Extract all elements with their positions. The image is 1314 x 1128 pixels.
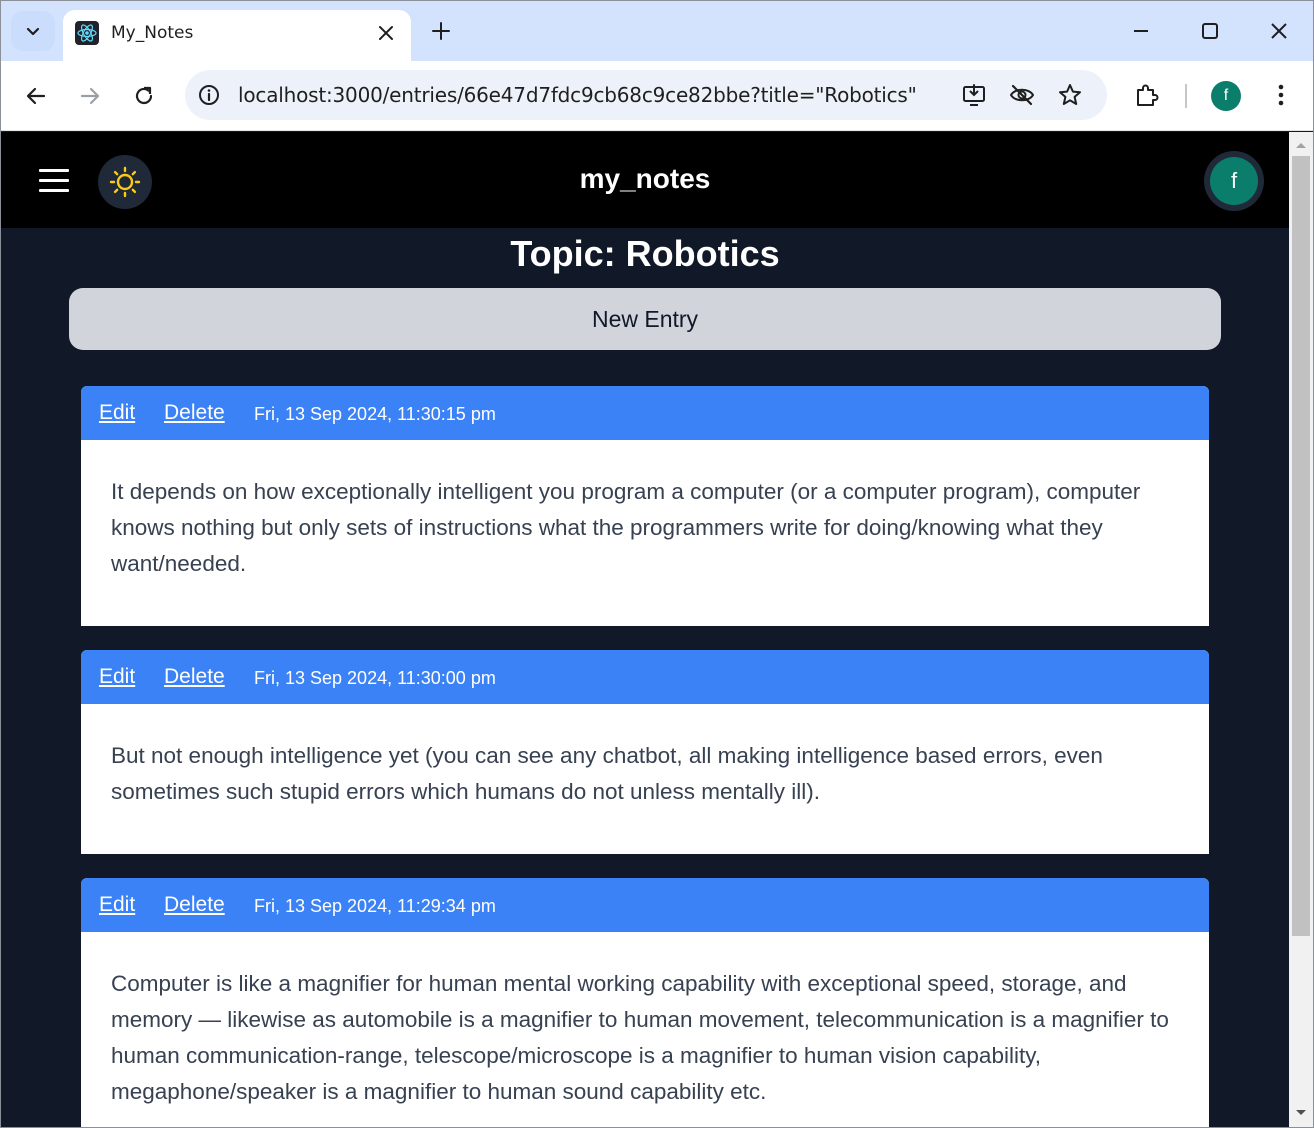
edit-link[interactable]: Edit [99,893,135,917]
browser-window: My_Notes localhost:3000/entries/66e47d7f… [0,0,1314,1128]
minimize-icon[interactable] [1129,19,1153,43]
new-entry-button[interactable]: New Entry [69,288,1221,350]
tab-title: My_Notes [111,23,194,43]
entry-card: Edit Delete Fri, 13 Sep 2024, 11:29:34 p… [81,878,1209,1127]
toolbar-divider [1185,84,1187,108]
entry-timestamp: Fri, 13 Sep 2024, 11:30:15 pm [254,404,496,424]
entry-card: Edit Delete Fri, 13 Sep 2024, 11:30:15 p… [81,386,1209,626]
site-info-icon[interactable] [197,83,221,107]
edit-link[interactable]: Edit [99,401,135,425]
close-icon[interactable] [375,22,397,44]
page-title: Topic: Robotics [510,233,780,274]
scrollbar-thumb[interactable] [1292,156,1310,936]
new-tab-icon[interactable] [429,19,453,43]
chevron-down-icon [26,27,40,36]
tab-search-button[interactable] [11,11,55,51]
page-scrollbar[interactable] [1289,132,1313,1127]
reload-icon[interactable] [130,82,158,110]
url-text[interactable]: localhost:3000/entries/66e47d7fdc9cb68c9… [238,83,917,107]
extensions-icon[interactable] [1133,81,1161,109]
active-tab[interactable]: My_Notes [63,10,411,61]
user-menu-button[interactable]: f [1204,151,1264,211]
maximize-icon[interactable] [1198,19,1222,43]
edit-link[interactable]: Edit [99,665,135,689]
entry-card: Edit Delete Fri, 13 Sep 2024, 11:30:00 p… [81,650,1209,854]
more-vert-icon[interactable] [1267,81,1295,109]
scroll-down-icon[interactable] [1294,1108,1308,1118]
entry-text: It depends on how exceptionally intellig… [111,479,1141,576]
entry-timestamp: Fri, 13 Sep 2024, 11:29:34 pm [254,896,496,916]
delete-link[interactable]: Delete [164,893,225,917]
entry-header: Edit Delete Fri, 13 Sep 2024, 11:30:00 p… [81,650,1209,704]
back-icon[interactable] [22,82,50,110]
react-favicon-icon [75,21,99,45]
forward-icon[interactable] [76,82,104,110]
address-bar[interactable]: localhost:3000/entries/66e47d7fdc9cb68c9… [185,70,1107,120]
delete-link[interactable]: Delete [164,401,225,425]
eye-off-icon[interactable] [1009,82,1035,108]
install-app-icon[interactable] [961,82,987,108]
browser-profile-avatar[interactable]: f [1211,81,1241,111]
entry-timestamp: Fri, 13 Sep 2024, 11:30:00 pm [254,668,496,688]
entry-text: Computer is like a magnifier for human m… [111,971,1169,1104]
star-icon[interactable] [1057,82,1083,108]
delete-link[interactable]: Delete [164,665,225,689]
browser-toolbar: localhost:3000/entries/66e47d7fdc9cb68c9… [1,61,1313,131]
app-navbar: my_notes f [1,132,1289,228]
page-viewport: my_notes f Topic: Robotics New Entry Edi… [1,132,1289,1127]
scroll-up-icon[interactable] [1294,140,1308,150]
entry-header: Edit Delete Fri, 13 Sep 2024, 11:29:34 p… [81,878,1209,932]
window-close-icon[interactable] [1267,19,1291,43]
entry-header: Edit Delete Fri, 13 Sep 2024, 11:30:15 p… [81,386,1209,440]
app-brand[interactable]: my_notes [1,163,1289,195]
avatar: f [1210,157,1258,205]
entry-text: But not enough intelligence yet (you can… [111,743,1103,804]
tab-strip: My_Notes [1,1,1313,61]
